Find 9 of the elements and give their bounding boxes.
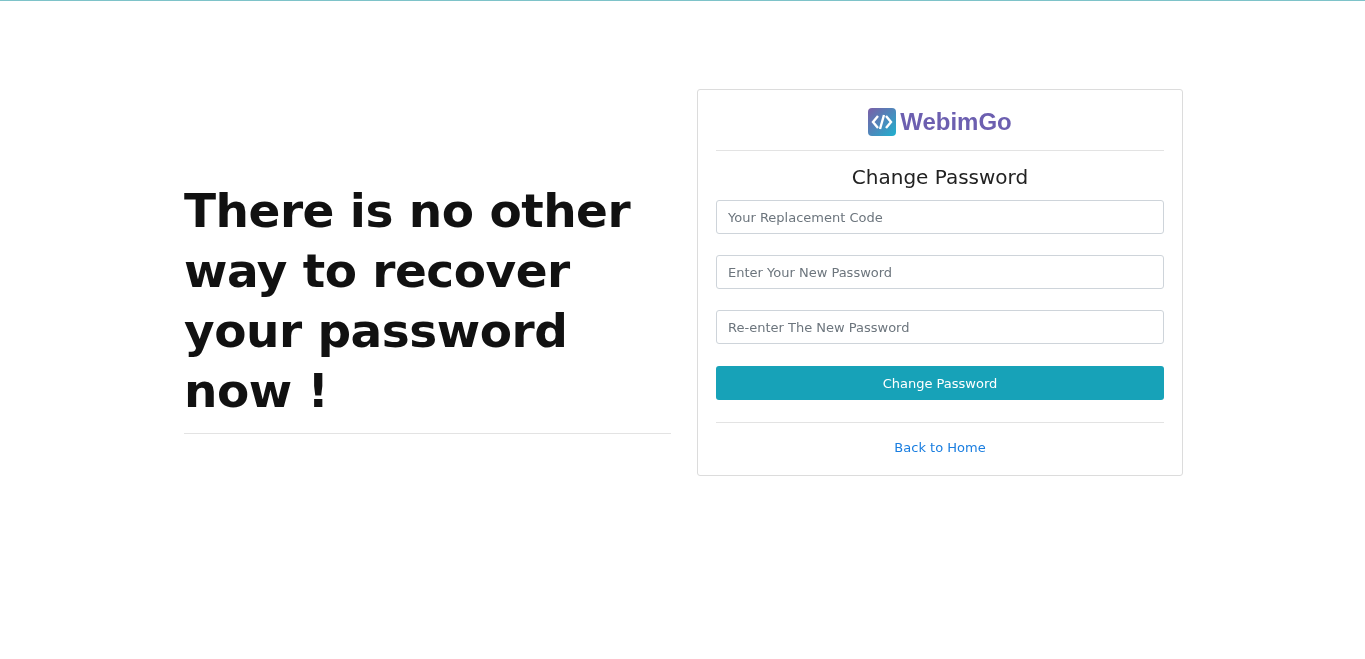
headline: There is no other way to recover your password now ! <box>184 182 632 420</box>
logo-text: WebimGo <box>900 108 1012 136</box>
input-field[interactable]: Re-enter The New Password <box>716 310 1164 344</box>
logo-icon <box>868 108 897 136</box>
input-field[interactable]: Enter Your New Password <box>716 255 1164 289</box>
input-field[interactable]: Your Replacement Code <box>716 200 1164 234</box>
change-password-button[interactable]: Change Password <box>716 366 1164 400</box>
card-title: Change Password <box>850 165 1030 189</box>
back-to-home-link[interactable]: Back to Home <box>894 440 986 455</box>
